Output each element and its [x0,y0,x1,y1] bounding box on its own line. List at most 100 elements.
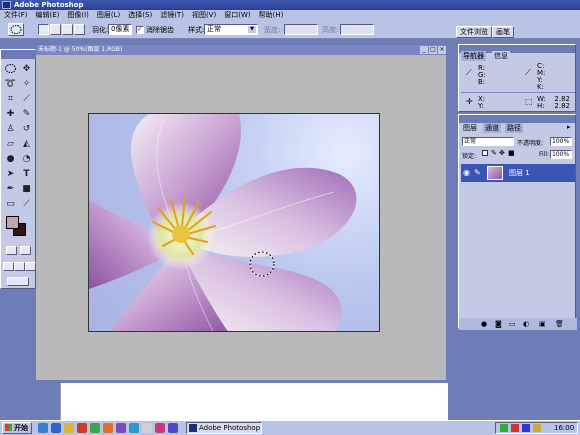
layer-style-icon[interactable]: ● [481,320,489,328]
move-tool-icon[interactable]: ✥ [19,63,34,76]
quicklaunch-ie-icon[interactable] [51,423,61,433]
eyedropper-icon: ⟋ [466,68,472,77]
taskbar-photoshop-button[interactable]: Adobe Photoshop [186,422,262,434]
eraser-tool-icon[interactable]: ▱ [3,138,18,151]
tray-icon-4[interactable] [533,424,541,432]
layer-row-selected[interactable]: ◉ ✎ 图层 1 [461,164,575,182]
tray-icon-3[interactable] [522,424,530,432]
new-selection-button[interactable] [38,24,49,35]
tab-channels[interactable]: 通道 [483,123,501,133]
menu-help[interactable]: 帮助(H) [255,10,288,21]
tray-icon-2[interactable] [511,424,519,432]
well-tab-brushes[interactable]: 画笔 [492,26,514,38]
height-label: 高度: [322,26,339,34]
quicklaunch-app6-icon[interactable] [155,423,165,433]
lock-all-icon[interactable]: ■ [508,149,515,157]
palette-menu-icon[interactable]: ▸ [567,123,571,131]
quicklaunch-desktop-icon[interactable] [38,423,48,433]
notes-tool-icon[interactable]: ▭ [3,198,18,211]
subtract-selection-button[interactable] [62,24,73,35]
eyedropper-tool-icon[interactable]: ⟋ [19,198,34,211]
fill-input[interactable]: 100% [550,150,572,159]
well-tab-file-browser[interactable]: 文件浏览 [456,26,492,38]
quicklaunch-app7-icon[interactable] [168,423,178,433]
screen-mode-full-menu-button[interactable] [14,262,25,271]
menu-file[interactable]: 文件(F) [0,10,32,21]
tab-navigator[interactable]: 导航器 [461,51,486,61]
antialias-checkbox[interactable]: ✓ [136,26,144,34]
new-layer-icon[interactable]: ▣ [539,320,547,328]
tab-paths[interactable]: 路径 [505,123,523,133]
dodge-tool-icon[interactable]: ◔ [19,153,34,166]
quicklaunch-app4-icon[interactable] [129,423,139,433]
quicklaunch-app3-icon[interactable] [116,423,126,433]
trash-icon[interactable]: 🗑 [555,320,564,328]
menu-view[interactable]: 视图(V) [188,10,220,21]
intersect-selection-button[interactable] [74,24,85,35]
tab-layers[interactable]: 图层 [461,123,479,133]
menu-bar: 文件(F) 编辑(E) 图像(I) 图层(L) 选择(S) 滤镜(T) 视图(V) 窗口(W)… [0,10,580,21]
eye-icon[interactable]: ◉ [463,168,470,177]
shape-tool-icon[interactable]: ■ [19,183,34,196]
quicklaunch-media-icon[interactable] [77,423,87,433]
foreground-color-swatch[interactable] [6,216,19,229]
layer-set-icon[interactable]: ▭ [509,320,517,328]
pen-tool-icon[interactable]: ✒ [3,183,18,196]
menu-select[interactable]: 选择(S) [124,10,156,21]
standard-mode-button[interactable] [6,246,17,255]
blur-tool-icon[interactable]: ● [3,153,18,166]
clone-stamp-icon[interactable]: ♙ [3,123,18,136]
crop-tool-icon[interactable]: ⌗ [3,93,18,106]
quickmask-mode-button[interactable] [20,246,31,255]
tool-preset-button[interactable] [8,23,24,36]
chevron-down-icon: ▼ [248,26,256,33]
menu-window[interactable]: 窗口(W) [220,10,254,21]
quicklaunch-folder-icon[interactable] [64,423,74,433]
width-input[interactable] [284,24,318,35]
palette-well: 文件浏览 画笔 [454,26,580,38]
lasso-tool-icon[interactable]: ➰ [3,78,18,91]
lock-pixels-icon[interactable]: ✎ [491,149,497,157]
marquee-tool-icon[interactable] [3,63,18,76]
menu-image[interactable]: 图像(I) [63,10,93,21]
blend-mode-select[interactable]: 正常 [462,137,514,146]
document-area-blank [60,383,448,422]
healing-brush-icon[interactable]: ✚ [3,108,18,121]
path-selection-icon[interactable]: ➤ [3,168,18,181]
opacity-input[interactable]: 100% [550,137,572,146]
menu-filter[interactable]: 滤镜(T) [156,10,188,21]
maximize-button[interactable]: □ [429,46,437,54]
paint-bucket-icon[interactable]: ◭ [19,138,34,151]
jump-to-imageready-button[interactable] [7,277,29,286]
document-title-bar[interactable]: 未标题-1 @ 50%(图层 1,RGB) _ □ × [36,45,446,55]
taskbar: 开始 Adobe Photoshop 16:00 [0,420,580,435]
adjustment-layer-icon[interactable]: ◐ [523,320,531,328]
type-tool-icon[interactable]: T [19,168,34,181]
photoshop-app-icon [2,1,11,9]
lock-position-icon[interactable]: ✥ [499,149,505,157]
close-button[interactable]: × [438,46,446,54]
height-input[interactable] [340,24,374,35]
info-palette: 导航器 信息 ⟋ R: G: B: ⟋ C: M: Y: K: ✛ X: Y: … [458,44,576,112]
magic-wand-tool-icon[interactable]: ✧ [19,78,34,91]
brush-tool-icon[interactable]: ✎ [19,108,34,121]
slice-tool-icon[interactable]: ⟋ [19,93,34,106]
start-button[interactable]: 开始 [2,422,32,434]
screen-mode-full-button[interactable] [25,262,36,271]
tray-icon-1[interactable] [500,424,508,432]
menu-layer[interactable]: 图层(L) [93,10,124,21]
minimize-button[interactable]: _ [420,46,428,54]
quicklaunch-app1-icon[interactable] [90,423,100,433]
quicklaunch-app2-icon[interactable] [103,423,113,433]
screen-mode-standard-button[interactable] [3,262,14,271]
image-canvas[interactable] [88,113,380,332]
style-select[interactable]: 正常 ▼ [204,24,258,35]
quicklaunch-app5-icon[interactable] [142,423,152,433]
tab-info[interactable]: 信息 [492,51,510,61]
add-selection-button[interactable] [50,24,61,35]
layer-mask-icon[interactable]: ◙ [495,320,503,328]
feather-input[interactable]: 0像素 [108,24,132,35]
lock-transparency-checkbox[interactable] [482,150,488,156]
menu-edit[interactable]: 编辑(E) [32,10,64,21]
history-brush-icon[interactable]: ↺ [19,123,34,136]
